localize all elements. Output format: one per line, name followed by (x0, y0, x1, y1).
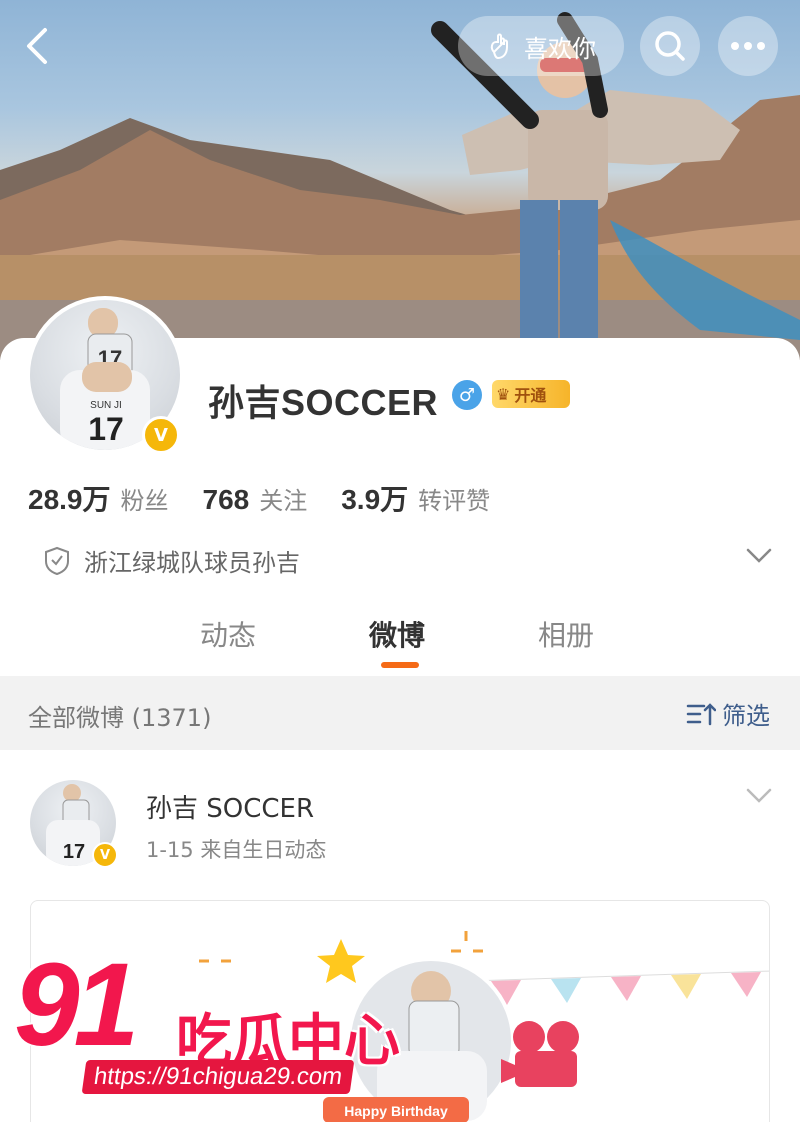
male-gender-icon: ♂ (452, 380, 482, 410)
more-button[interactable] (718, 16, 778, 76)
interactions-label[interactable]: 转评赞 (418, 481, 490, 516)
jersey-number-big-text: 17 (88, 411, 124, 447)
post-author-name[interactable]: 孙吉 SOCCER (146, 788, 314, 825)
chevron-down-icon[interactable] (746, 548, 772, 564)
weibo-count-label: 全部微博 (1371) (28, 704, 212, 732)
filter-icon (686, 702, 716, 725)
shield-check-icon (45, 546, 69, 575)
crown-icon: ♛ (496, 384, 511, 404)
vip-label: 开通 (514, 386, 547, 405)
vip-activate-button[interactable]: ♛ 开通 (492, 380, 570, 408)
weibo-filter-bar: 全部微博 (1371) 筛选 (0, 676, 800, 750)
post-jersey-number-text: 17 (63, 841, 85, 863)
followers-label[interactable]: 粉丝 (121, 481, 169, 516)
profile-name: 孙吉SOCCER (208, 382, 439, 423)
following-count[interactable]: 768 (203, 484, 250, 516)
search-icon (655, 31, 685, 61)
like-you-button[interactable]: 喜欢你 (458, 16, 624, 76)
birthday-banner-text: Happy Birthday (344, 1103, 448, 1119)
chevron-left-icon (27, 28, 47, 64)
watermark-url: https://91chigua29.com (81, 1060, 355, 1094)
jersey-name-text: SUN JI (90, 400, 122, 411)
interactions-count[interactable]: 3.9万 (341, 478, 408, 518)
search-button[interactable] (640, 16, 700, 76)
verification-text: 浙江绿城队球员孙吉 (84, 549, 300, 577)
tab-weibo[interactable]: 微博 (369, 614, 425, 654)
more-dots-icon (731, 42, 765, 50)
filter-label: 筛选 (722, 702, 770, 730)
following-label[interactable]: 关注 (259, 481, 307, 516)
post-verified-badge-icon: V (92, 842, 118, 868)
like-you-label: 喜欢你 (524, 34, 596, 63)
active-tab-indicator (381, 662, 419, 668)
verification-info[interactable]: 浙江绿城队球员孙吉 (44, 543, 300, 578)
profile-stats: 28.9万 粉丝 768 关注 3.9万 转评赞 (28, 478, 524, 518)
back-button[interactable] (14, 22, 62, 70)
tab-activity[interactable]: 动态 (200, 614, 256, 654)
watermark-logo-number: 91 (14, 939, 139, 1071)
hand-heart-icon (490, 33, 508, 60)
followers-count[interactable]: 28.9万 (28, 478, 111, 518)
tab-album[interactable]: 相册 (538, 614, 594, 654)
filter-button[interactable]: 筛选 (686, 696, 770, 731)
post-meta: 1-15 来自生日动态 (146, 838, 327, 862)
post-chevron-down-icon[interactable] (746, 788, 772, 804)
verified-badge-icon: V (142, 416, 180, 454)
